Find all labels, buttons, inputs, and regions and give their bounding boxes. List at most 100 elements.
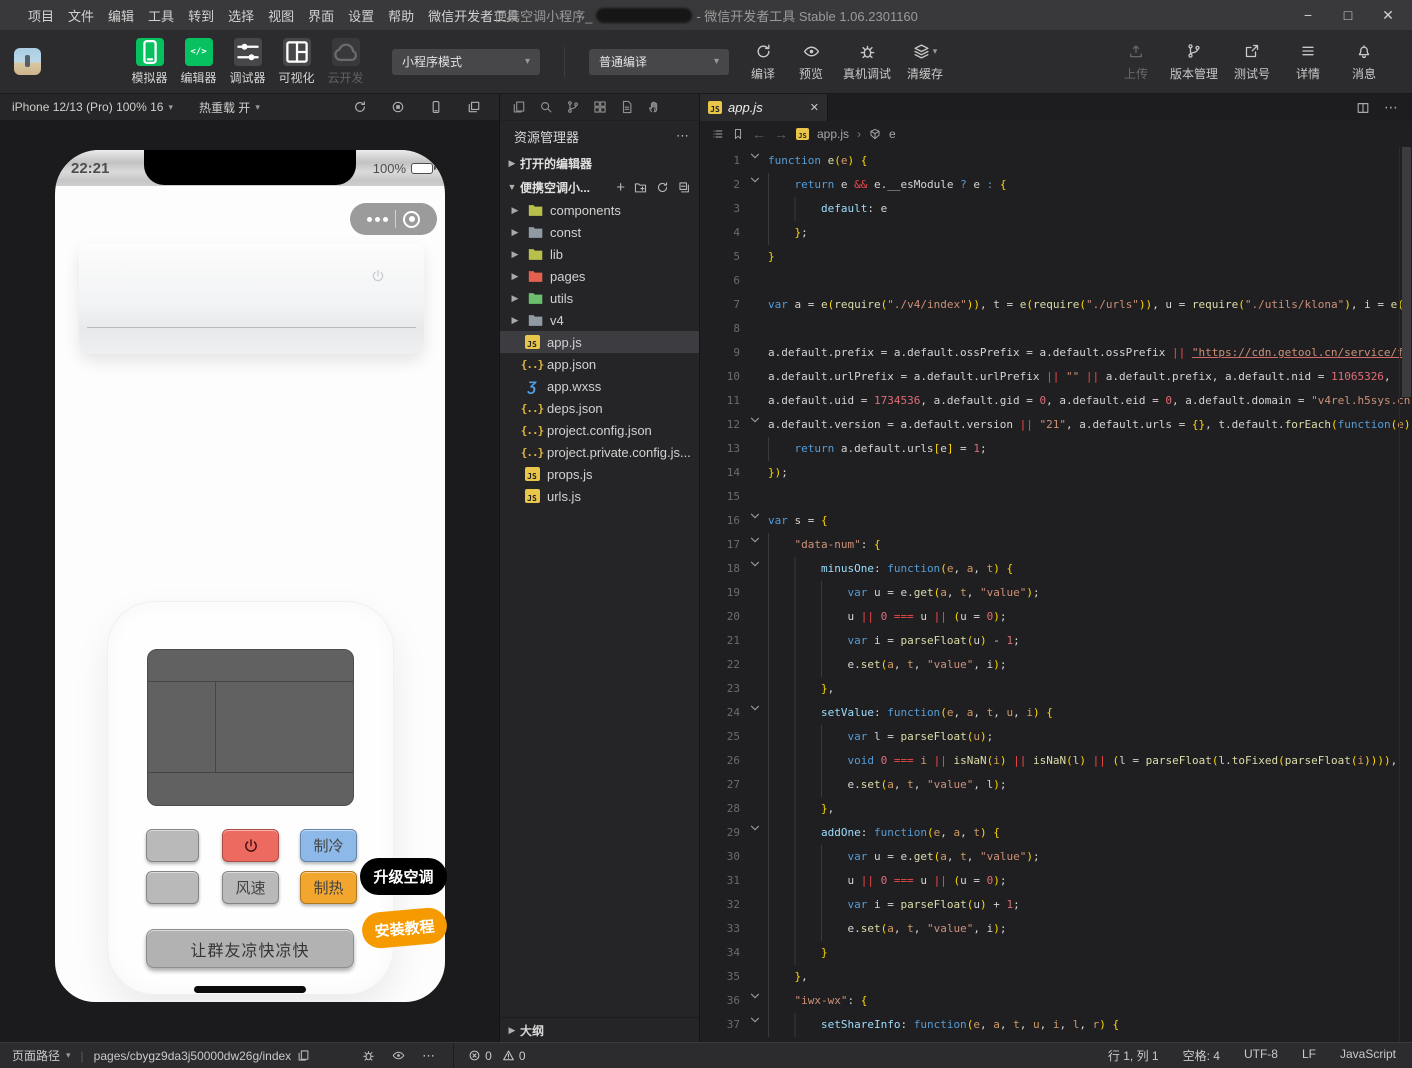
mode-button-layout[interactable]: 可视化 <box>272 38 321 86</box>
menu-item-视图[interactable]: 视图 <box>268 6 294 25</box>
file-urls.js[interactable]: JSurls.js <box>500 485 699 507</box>
eol[interactable]: LF <box>1302 1047 1316 1064</box>
scrollbar-thumb[interactable] <box>1402 147 1411 397</box>
file-props.js[interactable]: JSprops.js <box>500 463 699 485</box>
outline-section[interactable]: ▶ 大纲 <box>500 1017 699 1042</box>
menu-item-工具[interactable]: 工具 <box>148 6 174 25</box>
cursor-position[interactable]: 行 1, 列 1 <box>1108 1047 1159 1064</box>
remote-button-blank[interactable] <box>146 871 199 904</box>
avatar[interactable] <box>14 48 41 75</box>
open-editors-section[interactable]: ▶ 打开的编辑器 <box>500 151 699 175</box>
remote-button-制热[interactable]: 制热 <box>300 871 357 904</box>
folder-const[interactable]: ▶const <box>500 221 699 243</box>
more-dots-icon[interactable] <box>367 217 388 222</box>
hot-reload-toggle[interactable]: 热重载 开 <box>199 99 250 116</box>
page-path-selector[interactable]: 页面路径 <box>12 1047 60 1064</box>
action-button-layers[interactable]: ▾清缓存 <box>903 41 947 82</box>
minimize-button[interactable]: − <box>1300 7 1316 24</box>
mode-button-cloud[interactable]: 云开发 <box>321 38 370 86</box>
tab-appjs[interactable]: JS app.js ✕ <box>700 94 828 121</box>
mode-button-code[interactable]: </>编辑器 <box>174 38 223 86</box>
fold-chevron-icon[interactable] <box>748 557 762 581</box>
new-folder-icon[interactable] <box>634 180 647 195</box>
power-button[interactable] <box>222 829 279 862</box>
folder-pages[interactable]: ▶pages <box>500 265 699 287</box>
file-app.json[interactable]: {..}app.json <box>500 353 699 375</box>
compile-dropdown[interactable]: 普通编译 ▾ <box>589 49 729 75</box>
error-count[interactable]: 0 <box>485 1049 492 1063</box>
breadcrumb-symbol[interactable]: e <box>889 127 896 141</box>
file-doc-icon[interactable] <box>620 100 634 114</box>
extensions-icon[interactable] <box>593 100 607 114</box>
menu-item-转到[interactable]: 转到 <box>188 6 214 25</box>
rotate-device-icon[interactable] <box>353 100 367 114</box>
nav-forward-icon[interactable]: → <box>774 126 788 142</box>
device-selector[interactable]: iPhone 12/13 (Pro) 100% 16 <box>12 100 163 114</box>
search-icon[interactable] <box>539 100 553 114</box>
menu-item-选择[interactable]: 选择 <box>228 6 254 25</box>
mode-button-phone[interactable]: 模拟器 <box>125 38 174 86</box>
file-app.wxss[interactable]: Ʒapp.wxss <box>500 375 699 397</box>
fold-chevron-icon[interactable] <box>748 173 762 197</box>
miniprogram-capsule[interactable] <box>350 203 437 235</box>
folder-v4[interactable]: ▶v4 <box>500 309 699 331</box>
detach-window-icon[interactable] <box>467 100 481 114</box>
language-mode[interactable]: JavaScript <box>1340 1047 1396 1064</box>
file-app.js[interactable]: JSapp.js <box>500 331 699 353</box>
file-project.private.config.js...[interactable]: {..}project.private.config.js... <box>500 441 699 463</box>
menu-item-项目[interactable]: 项目 <box>28 6 54 25</box>
fold-chevron-icon[interactable] <box>748 533 762 557</box>
upgrade-ac-button[interactable]: 升级空调 <box>360 858 447 895</box>
more-icon[interactable]: ⋯ <box>676 128 689 144</box>
nav-back-icon[interactable]: ← <box>752 126 766 142</box>
remote-button-风速[interactable]: 风速 <box>222 871 279 904</box>
warning-icon[interactable] <box>502 1049 515 1062</box>
menu-item-文件[interactable]: 文件 <box>68 6 94 25</box>
error-icon[interactable] <box>468 1049 481 1062</box>
outline-icon[interactable] <box>712 128 724 140</box>
source-control-icon[interactable] <box>566 100 580 114</box>
split-editor-icon[interactable] <box>1356 101 1370 115</box>
encoding[interactable]: UTF-8 <box>1244 1047 1278 1064</box>
project-section[interactable]: ▼ 便携空调小... + <box>500 175 699 199</box>
collapse-all-icon[interactable] <box>678 180 691 195</box>
mode-button-sliders[interactable]: 调试器 <box>223 38 272 86</box>
scrollbar-track[interactable] <box>1399 147 1412 1042</box>
fold-chevron-icon[interactable] <box>748 1013 762 1037</box>
preview-icon[interactable] <box>392 1048 405 1064</box>
copy-icon[interactable] <box>297 1049 310 1062</box>
code-editor[interactable]: 1function e(e) {2return e && e.__esModul… <box>700 147 1412 1042</box>
close-icon[interactable]: ✕ <box>810 101 819 114</box>
files-icon[interactable] <box>512 100 526 114</box>
share-button[interactable]: 让群友凉快凉快 <box>146 929 354 968</box>
action-button-eye[interactable]: 预览 <box>791 41 831 82</box>
breadcrumb-file[interactable]: app.js <box>817 127 849 141</box>
menu-item-编辑[interactable]: 编辑 <box>108 6 134 25</box>
bookmark-icon[interactable] <box>732 128 744 140</box>
new-file-icon[interactable]: + <box>616 180 625 195</box>
maximize-button[interactable]: □ <box>1340 7 1356 24</box>
more-icon[interactable]: ⋯ <box>422 1048 435 1064</box>
fold-chevron-icon[interactable] <box>748 701 762 725</box>
fold-chevron-icon[interactable] <box>748 989 762 1013</box>
fold-chevron-icon[interactable] <box>748 509 762 533</box>
record-stop-icon[interactable] <box>391 100 405 114</box>
debug-icon[interactable] <box>362 1048 375 1064</box>
folder-components[interactable]: ▶components <box>500 199 699 221</box>
toolbar-button-list[interactable]: 详情 <box>1286 42 1330 82</box>
remote-button-blank[interactable] <box>146 829 199 862</box>
device-frame-icon[interactable] <box>429 100 443 114</box>
menu-item-界面[interactable]: 界面 <box>308 6 334 25</box>
more-icon[interactable]: ⋯ <box>1384 99 1398 116</box>
remote-button-制冷[interactable]: 制冷 <box>300 829 357 862</box>
refresh-icon[interactable] <box>656 180 669 195</box>
menu-item-帮助[interactable]: 帮助 <box>388 6 414 25</box>
hand-icon[interactable] <box>647 100 661 114</box>
file-deps.json[interactable]: {..}deps.json <box>500 397 699 419</box>
file-project.config.json[interactable]: {..}project.config.json <box>500 419 699 441</box>
menu-item-微信开发者工具[interactable]: 微信开发者工具 <box>428 6 519 25</box>
warning-count[interactable]: 0 <box>519 1049 526 1063</box>
menu-item-设置[interactable]: 设置 <box>348 6 374 25</box>
close-button[interactable]: ✕ <box>1380 7 1396 24</box>
close-circle-icon[interactable] <box>403 211 420 228</box>
